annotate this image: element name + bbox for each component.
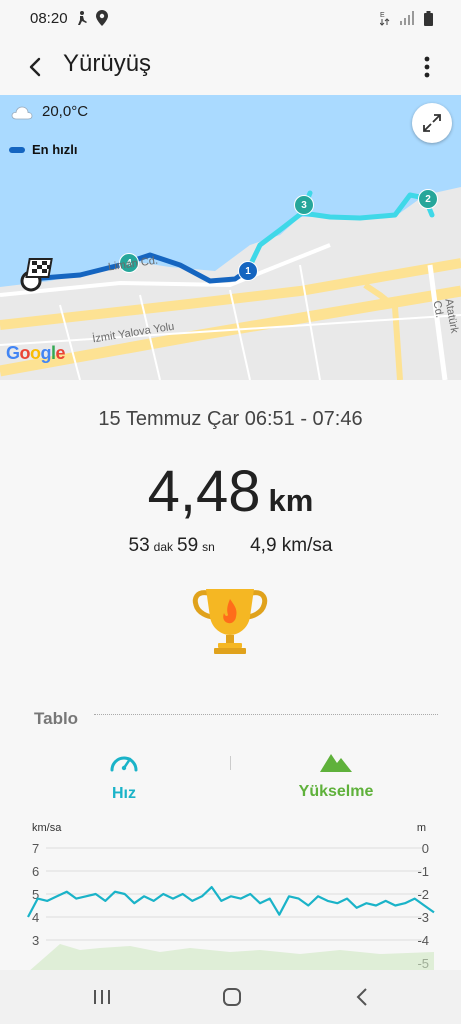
tab-divider [230, 756, 231, 770]
marker-label: 2 [425, 193, 431, 205]
y-right-tick: -3 [417, 910, 429, 925]
route-marker-2[interactable]: 2 [418, 189, 438, 209]
y-right-tick: -2 [417, 887, 429, 902]
duration-seconds: 59 [177, 535, 199, 556]
app-bar: Yürüyüş [0, 38, 461, 94]
duration-minutes: 53 [128, 535, 150, 556]
duration-speed-row: 53 dak 59 sn 4,9 km/sa [0, 535, 461, 557]
route-marker-3[interactable]: 3 [294, 195, 314, 215]
y-right-tick: -1 [417, 864, 429, 879]
section-divider [94, 714, 438, 715]
section-title: Tablo [34, 709, 79, 728]
y-right-tick: -4 [417, 933, 429, 948]
seconds-unit: sn [202, 540, 215, 554]
cloud-icon [11, 106, 33, 120]
system-nav-bar [0, 970, 461, 1024]
mountain-icon [320, 754, 352, 772]
minutes-unit: dak [153, 540, 173, 554]
marker-label: 1 [245, 265, 251, 277]
activity-icon [78, 11, 87, 25]
distance: 4,48 km [0, 458, 461, 525]
tab-elevation-label: Yükselme [298, 783, 374, 800]
marker-label: 3 [301, 199, 307, 211]
svg-text:E: E [380, 12, 385, 19]
home-icon [223, 988, 241, 1006]
status-bar: 08:20 E [0, 0, 461, 38]
tab-elevation[interactable]: Yükselme [276, 750, 396, 801]
tab-speed[interactable]: Hız [64, 750, 184, 803]
location-icon [96, 10, 108, 26]
y-left-tick: 4 [32, 910, 39, 925]
y-left-unit: km/sa [32, 822, 62, 834]
map-canvas [0, 95, 461, 380]
battery-icon [424, 10, 433, 26]
chart-section: Tablo Hız Yükselme km/sam765430-1-2-3-4-… [0, 690, 461, 972]
legend-label: En hızlı [32, 142, 78, 157]
trophy-icon [192, 589, 268, 654]
page-title: Yürüyüş [63, 50, 152, 77]
back-nav-button[interactable] [342, 980, 382, 1014]
elevation-area [28, 944, 434, 972]
google-logo: Google [6, 343, 66, 363]
status-left-icons [74, 10, 108, 26]
tab-speed-label: Hız [112, 785, 136, 802]
status-time: 08:20 [30, 10, 68, 27]
recent-apps-button[interactable] [82, 980, 122, 1014]
recent-apps-icon [94, 990, 110, 1004]
date-range: 15 Temmuz Çar 06:51 - 07:46 [98, 408, 363, 430]
data-arrows-icon: E [380, 12, 390, 26]
route-map[interactable]: 20,0°C En hızlı 1 2 3 4 Liman Cd. İzmit … [0, 95, 461, 380]
y-right-tick: 0 [422, 841, 429, 856]
distance-unit: km [268, 483, 314, 518]
temperature: 20,0°C [42, 103, 89, 120]
average-speed: 4,9 km/sa [250, 535, 333, 556]
y-left-tick: 6 [32, 864, 39, 879]
distance-value: 4,48 [147, 459, 261, 524]
more-options-button[interactable] [413, 50, 441, 84]
y-right-unit: m [417, 822, 426, 834]
route-marker-1[interactable]: 1 [238, 261, 258, 281]
speed-chart: km/sam765430-1-2-3-4-5 [27, 822, 435, 972]
expand-icon [423, 114, 441, 132]
route-legend: En hızlı [9, 142, 78, 157]
back-nav-icon [356, 988, 367, 1006]
start-flag-icon [20, 258, 53, 292]
speed-line [27, 886, 435, 918]
arrow-left-icon [29, 57, 41, 77]
legend-swatch [9, 146, 25, 153]
status-right-icons: E [380, 10, 433, 26]
speedometer-icon [110, 756, 138, 772]
expand-map-button[interactable] [412, 103, 452, 143]
workout-summary: 15 Temmuz Çar 06:51 - 07:46 4,48 km 53 dak… [0, 380, 461, 680]
y-left-tick: 7 [32, 841, 39, 856]
y-left-tick: 3 [32, 933, 39, 948]
signal-icon [400, 11, 414, 25]
home-button[interactable] [212, 980, 252, 1014]
back-button[interactable] [18, 50, 52, 84]
more-vert-icon [424, 56, 430, 78]
